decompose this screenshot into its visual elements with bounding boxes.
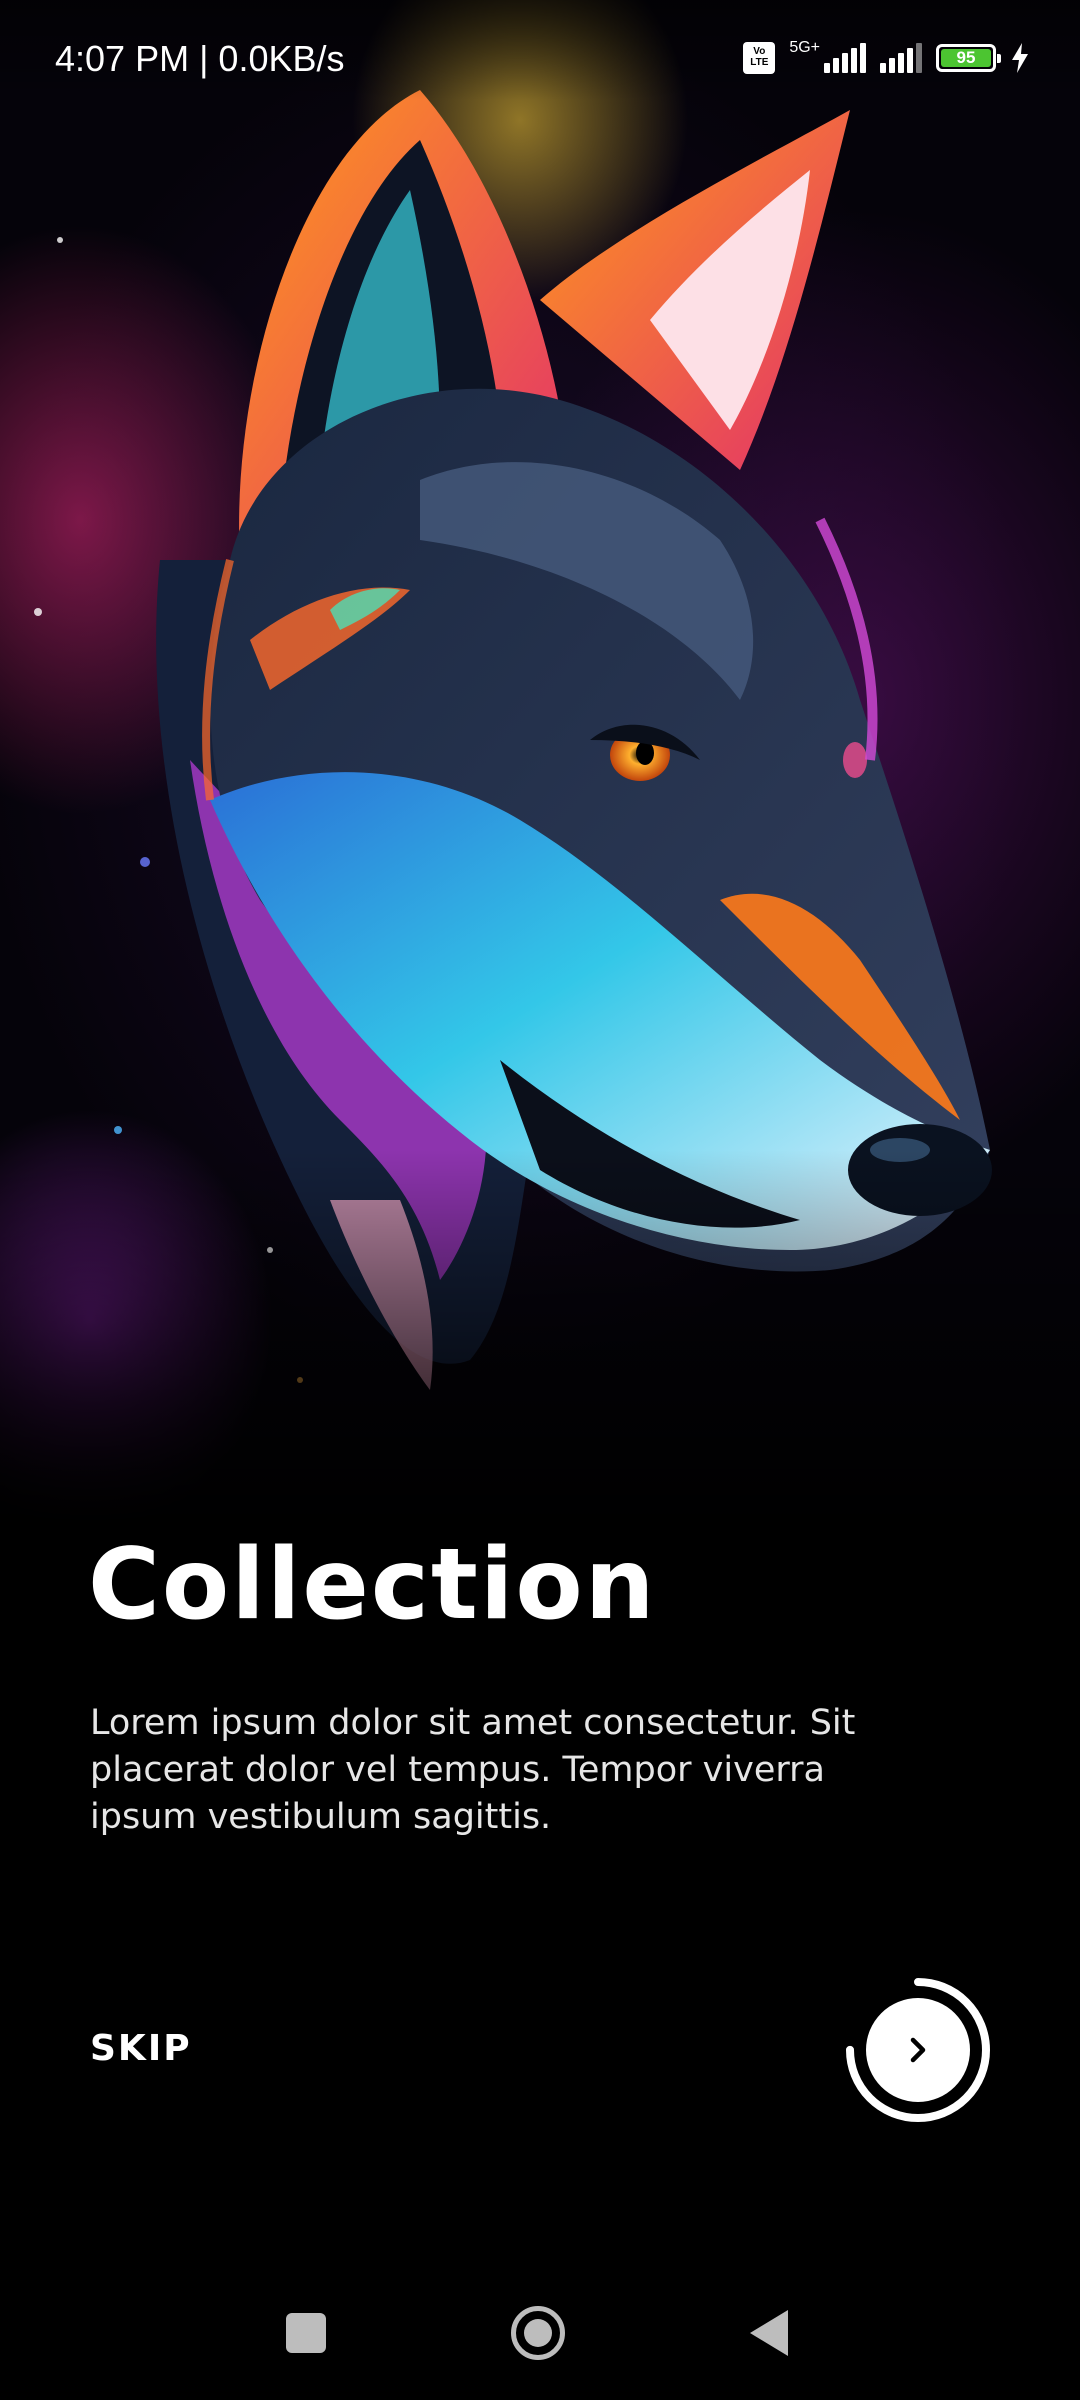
- status-time: 4:07 PM | 0.0KB/s: [55, 38, 345, 79]
- battery-level: 95: [941, 49, 991, 67]
- skip-button[interactable]: SKIP: [90, 2028, 192, 2069]
- battery-icon: 95: [936, 44, 1001, 72]
- chevron-right-icon: [910, 2037, 926, 2063]
- next-button[interactable]: [866, 1998, 970, 2102]
- next-button-group: [838, 1970, 998, 2130]
- signal-icon-2: [880, 43, 922, 73]
- navigation-bar: [0, 2270, 1080, 2400]
- hero-image: [0, 0, 1080, 1600]
- recents-button[interactable]: [286, 2313, 326, 2353]
- charging-icon: [1012, 43, 1028, 73]
- page-title: Collection: [88, 1528, 657, 1642]
- home-button[interactable]: [511, 2306, 565, 2360]
- back-button[interactable]: [750, 2310, 788, 2356]
- status-icons: Vo LTE 5G+ 95: [743, 39, 1030, 74]
- network-type-label: 5G+: [789, 39, 820, 56]
- volte-icon: Vo LTE: [743, 42, 776, 74]
- status-bar: 4:07 PM | 0.0KB/s Vo LTE 5G+ 95: [0, 0, 1080, 100]
- signal-icon: [824, 43, 866, 73]
- page-description: Lorem ipsum dolor sit amet consectetur. …: [90, 1703, 856, 1837]
